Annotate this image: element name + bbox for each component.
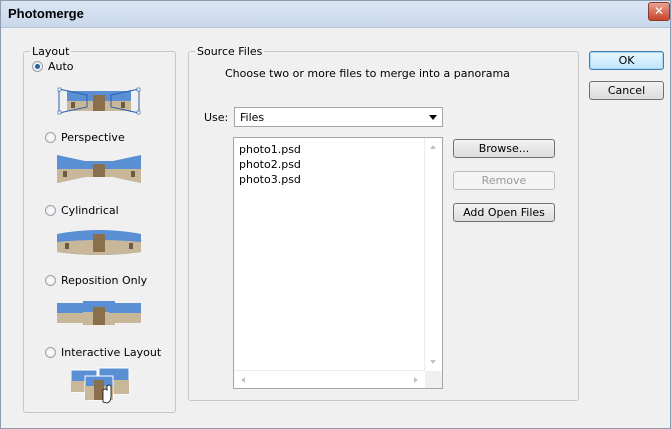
source-hint: Choose two or more files to merge into a…: [225, 67, 510, 80]
reposition-layout-thumbnail: [57, 301, 141, 325]
radio-auto[interactable]: Auto: [32, 60, 74, 73]
list-item[interactable]: photo3.psd: [239, 172, 301, 187]
close-icon[interactable]: ✕: [648, 2, 670, 21]
browse-button[interactable]: Browse...: [453, 139, 555, 158]
list-item[interactable]: photo1.psd: [239, 142, 301, 157]
use-select[interactable]: Files: [234, 107, 443, 127]
radio-dot: [45, 132, 56, 143]
scroll-left-icon[interactable]: [241, 377, 245, 383]
chevron-down-icon: [429, 115, 437, 120]
cancel-button[interactable]: Cancel: [589, 81, 664, 100]
use-select-value: Files: [240, 111, 265, 124]
source-files-legend: Source Files: [197, 45, 263, 58]
scrollbar-corner: [425, 371, 442, 388]
cylindrical-layout-thumbnail: [57, 230, 141, 255]
horizontal-scrollbar[interactable]: [234, 370, 425, 388]
auto-layout-thumbnail: [57, 87, 141, 115]
radio-interactive-layout[interactable]: Interactive Layout: [45, 346, 161, 359]
photomerge-dialog: Photomerge ✕ Layout Auto Perspective Cyl…: [0, 0, 671, 429]
radio-dot-selected: [32, 61, 43, 72]
interactive-layout-thumbnail: [71, 367, 130, 404]
ok-button[interactable]: OK: [589, 51, 664, 70]
radio-dot: [45, 205, 56, 216]
scroll-up-icon[interactable]: [430, 145, 436, 149]
layout-legend: Layout: [32, 45, 70, 58]
radio-perspective-label: Perspective: [61, 131, 125, 144]
title-bar: Photomerge ✕: [1, 1, 670, 28]
vertical-scrollbar[interactable]: [424, 138, 442, 371]
list-item[interactable]: photo2.psd: [239, 157, 301, 172]
radio-dot: [45, 275, 56, 286]
dialog-title: Photomerge: [8, 6, 84, 21]
scroll-right-icon[interactable]: [414, 377, 418, 383]
radio-perspective[interactable]: Perspective: [45, 131, 125, 144]
radio-cylindrical-label: Cylindrical: [61, 204, 119, 217]
add-open-files-button[interactable]: Add Open Files: [453, 203, 555, 222]
radio-dot: [45, 347, 56, 358]
file-list[interactable]: photo1.psd photo2.psd photo3.psd: [233, 137, 443, 389]
use-label: Use:: [204, 111, 229, 124]
scroll-down-icon[interactable]: [430, 360, 436, 364]
perspective-layout-thumbnail: [57, 155, 141, 183]
radio-auto-label: Auto: [48, 60, 74, 73]
radio-interactive-label: Interactive Layout: [61, 346, 162, 359]
radio-cylindrical[interactable]: Cylindrical: [45, 204, 119, 217]
remove-button[interactable]: Remove: [453, 171, 555, 190]
radio-reposition-label: Reposition Only: [61, 274, 148, 287]
radio-reposition-only[interactable]: Reposition Only: [45, 274, 147, 287]
